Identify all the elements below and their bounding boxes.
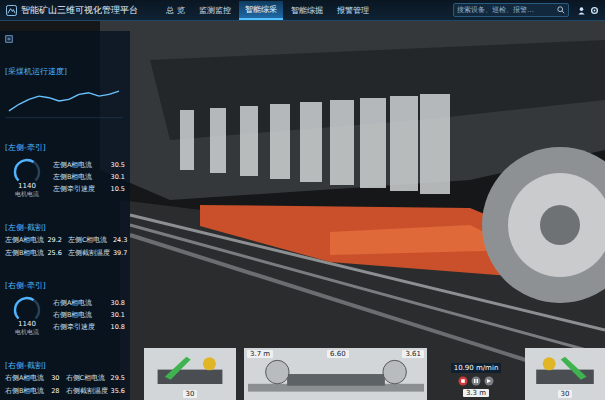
left-arm-diagram xyxy=(150,348,230,384)
control-buttons xyxy=(458,376,494,386)
section-title: [左侧-截割] xyxy=(5,223,125,233)
left-arm-angle: 30 xyxy=(183,390,198,398)
chart-segment xyxy=(89,92,99,95)
gauge-label: 电机电流 xyxy=(15,190,39,199)
nav-tabs: 总 览监测监控智能综采智能综掘报警管理 xyxy=(160,1,375,20)
right-height: 3.61 xyxy=(402,350,424,358)
status-panel: [采煤机运行速度] [左侧-牵引] 1140 电机电流 左侧A相电流30.5左侧… xyxy=(0,31,130,400)
reading-grid: 左侧A相电流29.2 左侧C相电流24.3 左侧B相电流25.6 左侧截割温度39.7 xyxy=(5,236,125,258)
chart-segment xyxy=(9,104,19,111)
shearer-panel: 3.7 m 6.60 3.61 xyxy=(244,348,427,400)
shearer-speed: 10.90 m/min xyxy=(451,363,502,373)
metric-section: [左侧-截割] 左侧A相电流29.2左侧C相电流24.3左侧B相电流25.6左侧… xyxy=(5,223,125,258)
reading-list: 右侧A相电流30.8 右侧B相电流30.1 右侧牵引速度10.8 xyxy=(53,299,125,332)
speed-line-chart xyxy=(5,80,123,120)
reading: 右侧截割温度35.6 xyxy=(66,387,125,396)
chart-segment xyxy=(59,99,69,101)
scene-stage: 30 3.7 m 6.60 3.61 10.90 m/min 3.3 m 30 xyxy=(130,21,605,400)
reading: 左侧A相电流30.5 xyxy=(53,161,125,170)
user-icon[interactable] xyxy=(577,6,586,15)
chart-segment xyxy=(99,94,109,96)
stop-icon[interactable] xyxy=(458,376,468,386)
toolbar xyxy=(577,6,599,15)
nav-tab[interactable]: 智能综采 xyxy=(239,1,283,20)
speed-chart: [采煤机运行速度] xyxy=(5,67,125,120)
shearer-values: 3.7 m 6.60 3.61 xyxy=(247,350,424,358)
metric-section: [右侧-截割] 右侧A相电流30 右侧C相电流29.5 右侧B相电流28 右侧截割温度… xyxy=(5,361,125,396)
app-screen: 智能矿山三维可视化管理平台 总 览监测监控智能综采智能综掘报警管理 [采煤机运行… xyxy=(0,0,605,400)
metric-section: [右侧-牵引] 1140 电机电流 右侧A相电流30.8右侧B相电流30.1右侧… xyxy=(5,281,125,337)
forward-icon[interactable] xyxy=(484,376,494,386)
mountain-logo-icon xyxy=(6,5,17,16)
chart-segment xyxy=(49,97,59,100)
gauge-row: 1140 电机电流 左侧A相电流30.5 左侧B相电流30.1 左侧牵引速度10.5 xyxy=(5,156,125,199)
left-depth: 3.7 m xyxy=(247,350,273,358)
nav-tab[interactable]: 报警管理 xyxy=(331,1,375,20)
motor-gauge: 1140 电机电流 xyxy=(5,294,49,337)
app-title: 智能矿山三维可视化管理平台 xyxy=(21,4,138,17)
search-icon xyxy=(557,6,565,14)
gauge-value: 1140 xyxy=(18,320,36,328)
chart-segment xyxy=(69,94,79,99)
reading-list: 左侧A相电流30.5 左侧B相电流30.1 左侧牵引速度10.5 xyxy=(53,161,125,194)
chart-segment xyxy=(19,99,29,104)
chart-segment xyxy=(39,96,49,98)
reading: 左侧A相电流29.2 xyxy=(5,236,62,245)
brand: 智能矿山三维可视化管理平台 xyxy=(6,4,138,17)
gauge-value: 1140 xyxy=(18,182,36,190)
chart-segment xyxy=(109,91,119,94)
motor-gauge: 1140 电机电流 xyxy=(5,156,49,199)
reading: 左侧牵引速度10.5 xyxy=(53,185,125,194)
chart-segment xyxy=(29,96,39,99)
top-bar: 智能矿山三维可视化管理平台 总 览监测监控智能综采智能综掘报警管理 xyxy=(0,0,605,21)
reading-grid: 右侧A相电流30 右侧C相电流29.5 右侧B相电流28 右侧截割温度35.6 xyxy=(5,374,125,396)
reading: 右侧牵引速度10.8 xyxy=(53,323,125,332)
left-height: 6.60 xyxy=(327,350,349,358)
search-field[interactable] xyxy=(453,3,569,17)
pause-icon[interactable] xyxy=(471,376,481,386)
main-body: [采煤机运行速度] [左侧-牵引] 1140 电机电流 左侧A相电流30.5左侧… xyxy=(0,21,605,400)
search-input[interactable] xyxy=(457,5,555,15)
reading: 右侧B相电流30.1 xyxy=(53,311,125,320)
reading: 右侧A相电流30 xyxy=(5,374,60,383)
settings-icon[interactable] xyxy=(590,6,599,15)
right-arm-diagram xyxy=(525,348,605,384)
nav-tab[interactable]: 智能综掘 xyxy=(285,1,329,20)
reading: 右侧B相电流28 xyxy=(5,387,60,396)
gauge-row: 1140 电机电流 右侧A相电流30.8 右侧B相电流30.1 右侧牵引速度10.8 xyxy=(5,294,125,337)
reading: 右侧A相电流30.8 xyxy=(53,299,125,308)
left-arm-panel: 30 xyxy=(144,348,236,400)
right-arm-angle: 30 xyxy=(558,390,573,398)
reading: 左侧B相电流25.6 xyxy=(5,249,62,258)
shearer-diagram xyxy=(248,358,424,392)
chart-segment xyxy=(79,92,89,94)
section-title: [左侧-牵引] xyxy=(5,143,125,153)
reading: 左侧C相电流24.3 xyxy=(68,236,127,245)
speed-box: 10.90 m/min 3.3 m xyxy=(435,363,517,400)
chart-title: [采煤机运行速度] xyxy=(5,67,125,77)
section-title: [右侧-牵引] xyxy=(5,281,125,291)
reading: 左侧B相电流30.1 xyxy=(53,173,125,182)
reading: 左侧截割温度39.7 xyxy=(68,249,127,258)
metric-section: [左侧-牵引] 1140 电机电流 左侧A相电流30.5左侧B相电流30.1左侧… xyxy=(5,143,125,199)
gauge-label: 电机电流 xyxy=(15,328,39,337)
section-title: [右侧-截割] xyxy=(5,361,125,371)
nav-tab[interactable]: 总 览 xyxy=(160,1,191,20)
right-depth: 3.3 m xyxy=(463,389,489,397)
nav-tab[interactable]: 监测监控 xyxy=(193,1,237,20)
reading: 右侧C相电流29.5 xyxy=(66,374,125,383)
panel-toggle-icon[interactable] xyxy=(5,35,13,43)
bottom-strip: 30 3.7 m 6.60 3.61 10.90 m/min 3.3 m 30 xyxy=(144,348,605,400)
right-arm-panel: 30 xyxy=(525,348,605,400)
